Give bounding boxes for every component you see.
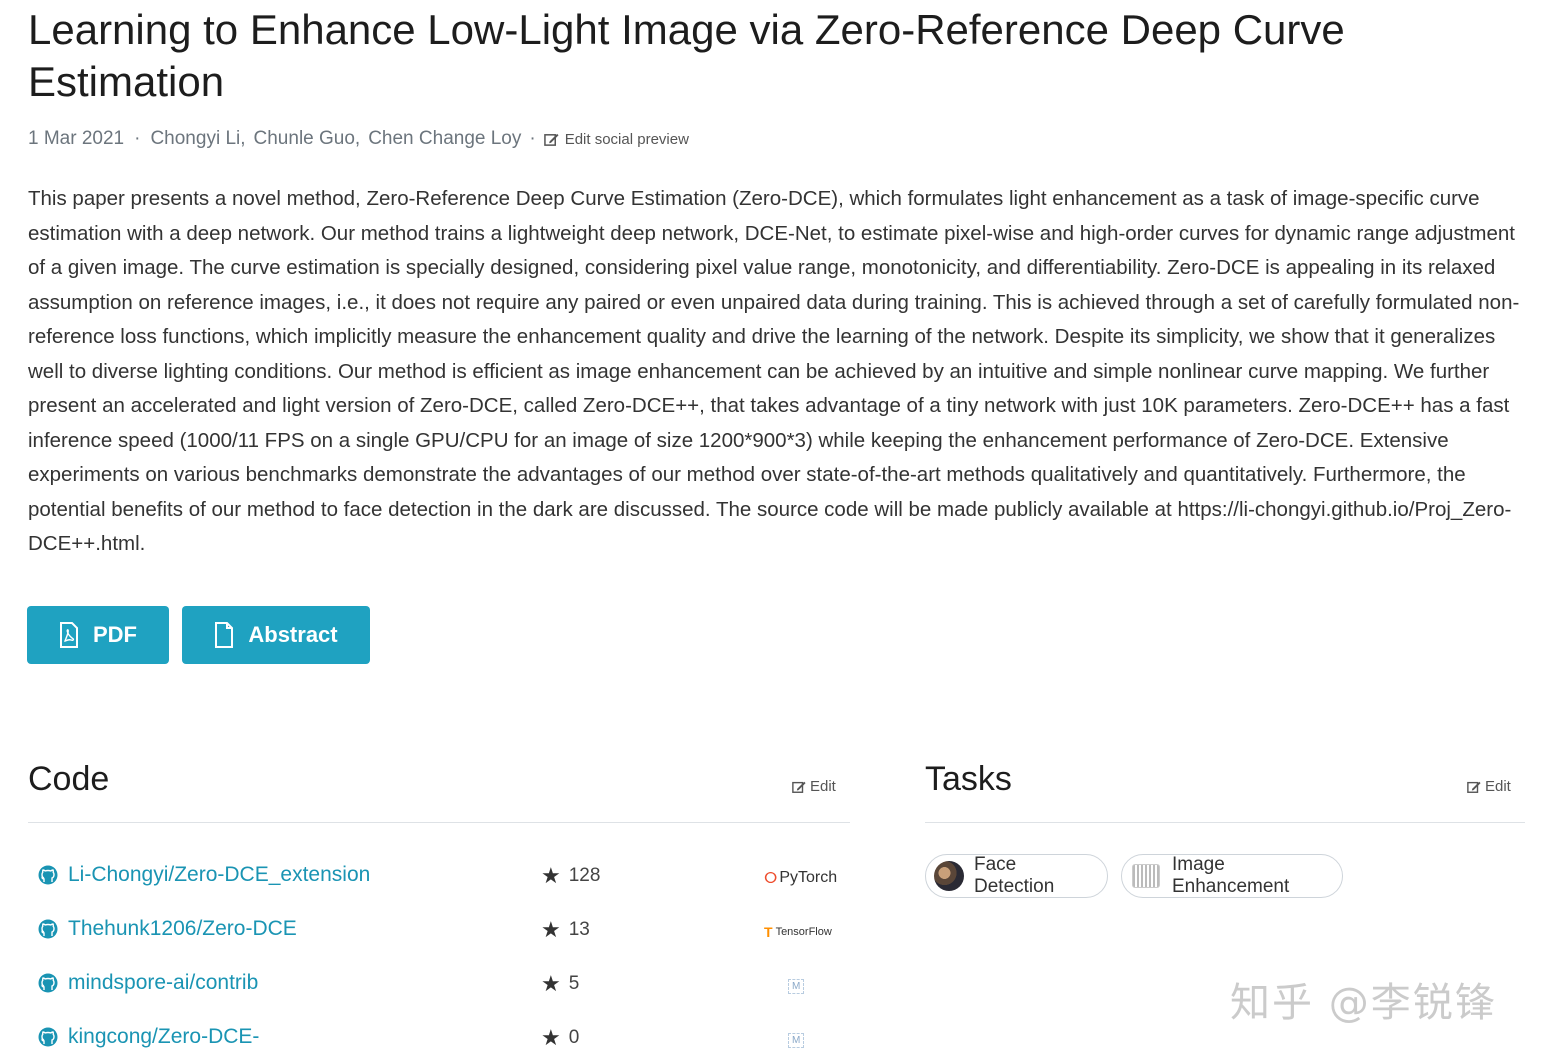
star-icon: ★: [541, 917, 561, 942]
paper-meta: 1 Mar 2021 · Chongyi Li, Chunle Guo, Che…: [28, 128, 689, 150]
abstract-button[interactable]: Abstract: [182, 606, 370, 664]
pdf-file-icon: [60, 622, 78, 648]
repo-star-count: 0: [568, 1027, 580, 1048]
pytorch-icon: ⵔ: [764, 870, 778, 887]
star-icon: ★: [541, 971, 561, 996]
repo-stars: ★ 0: [541, 1025, 579, 1051]
edit-social-preview-link[interactable]: Edit social preview: [543, 130, 689, 148]
document-icon: [215, 622, 234, 648]
repo-star-count: 13: [568, 919, 590, 940]
meta-separator: ·: [134, 128, 141, 149]
framework-label: PyTorch: [779, 869, 838, 886]
mindspore-icon: M: [788, 978, 805, 994]
repo-star-count: 5: [568, 973, 580, 994]
repo-stars: ★ 13: [541, 917, 590, 943]
tasks-edit-label: Edit: [1485, 778, 1511, 795]
repo-name: kingcong/Zero-DCE-: [68, 1025, 260, 1048]
code-row: Li-Chongyi/Zero-DCE_extension ★ 128 ⵔ Py…: [38, 863, 838, 893]
framework-label: TensorFlow: [775, 926, 832, 938]
author-link[interactable]: Chongyi Li,: [150, 128, 245, 150]
edit-icon: [1467, 781, 1481, 793]
repo-link[interactable]: mindspore-ai/contrib: [38, 971, 258, 995]
repo-star-count: 128: [568, 865, 601, 886]
pdf-button-label: PDF: [93, 622, 137, 647]
code-row: mindspore-ai/contrib ★ 5 M: [38, 971, 838, 1001]
mindspore-icon: M: [788, 1032, 805, 1048]
repo-name: Thehunk1206/Zero-DCE: [68, 917, 297, 940]
repo-name: mindspore-ai/contrib: [68, 971, 259, 994]
framework-badge: M: [764, 971, 805, 1001]
framework-badge: ⵔ PyTorch: [764, 863, 837, 893]
repo-link[interactable]: Li-Chongyi/Zero-DCE_extension: [38, 863, 370, 887]
task-chip-image-enhancement[interactable]: Image Enhancement: [1121, 854, 1343, 898]
framework-badge: T TensorFlow: [764, 917, 832, 947]
repo-stars: ★ 5: [541, 971, 579, 997]
edit-icon: [543, 133, 559, 146]
repo-name: Li-Chongyi/Zero-DCE_extension: [68, 863, 371, 886]
author-link[interactable]: Chunle Guo,: [254, 128, 361, 150]
code-edit-link[interactable]: Edit: [792, 778, 836, 795]
framework-badge: M: [764, 1025, 805, 1055]
paper-abstract: This paper presents a novel method, Zero…: [28, 187, 1520, 555]
task-label: Face Detection: [974, 854, 1055, 897]
code-row: Thehunk1206/Zero-DCE ★ 13 T TensorFlow: [38, 917, 838, 947]
paper-title: Learning to Enhance Low-Light Image via …: [28, 6, 1345, 105]
github-icon: [38, 1027, 58, 1047]
watermark: 知乎 @李锐锋: [1230, 980, 1497, 1026]
author-link[interactable]: Chen Change Loy: [368, 128, 521, 150]
github-icon: [38, 973, 58, 993]
paper-date: 1 Mar 2021: [28, 128, 125, 149]
edit-icon: [792, 781, 806, 793]
star-icon: ★: [541, 1025, 561, 1050]
code-row: kingcong/Zero-DCE- ★ 0 M: [38, 1025, 838, 1055]
star-icon: ★: [541, 863, 561, 888]
meta-separator: ·: [529, 128, 536, 149]
repo-stars: ★ 128: [541, 863, 600, 889]
task-thumbnail: [1132, 864, 1160, 888]
task-thumbnail: [934, 861, 964, 891]
github-icon: [38, 919, 58, 939]
abstract-button-label: Abstract: [248, 622, 338, 647]
task-chip-face-detection[interactable]: Face Detection: [925, 854, 1108, 898]
code-divider: [28, 822, 850, 823]
task-label: Image Enhancement: [1172, 854, 1290, 897]
github-icon: [38, 865, 58, 885]
repo-link[interactable]: kingcong/Zero-DCE-: [38, 1025, 259, 1049]
code-edit-label: Edit: [810, 778, 836, 795]
code-section-title: Code: [28, 760, 110, 798]
tasks-section-title: Tasks: [925, 760, 1012, 798]
tensorflow-icon: T: [764, 924, 773, 940]
repo-link[interactable]: Thehunk1206/Zero-DCE: [38, 917, 297, 941]
tasks-divider: [925, 822, 1525, 823]
pdf-button[interactable]: PDF: [27, 606, 169, 664]
tasks-edit-link[interactable]: Edit: [1467, 778, 1511, 795]
edit-social-preview-label: Edit social preview: [564, 130, 689, 148]
